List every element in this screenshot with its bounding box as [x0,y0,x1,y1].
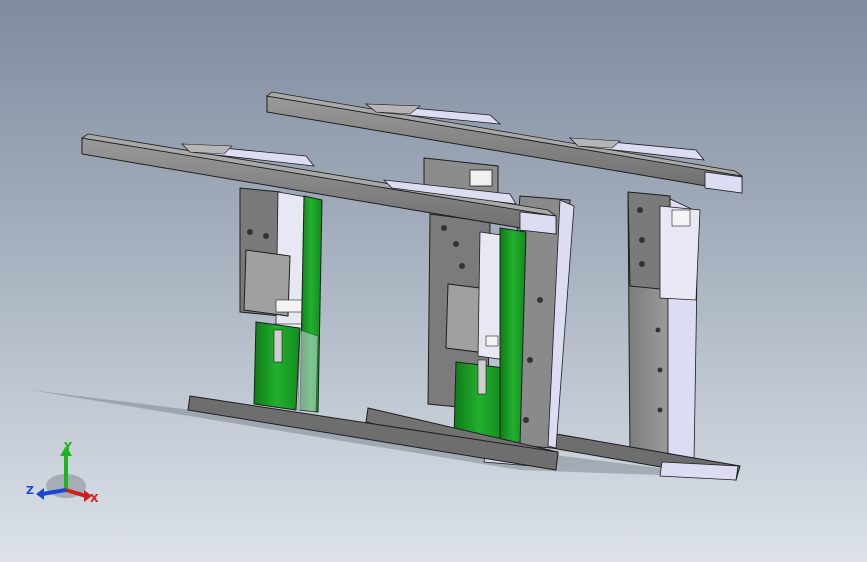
3d-model-view[interactable] [0,0,867,562]
z-axis-arrowhead [36,488,44,500]
y-axis-label: Y [63,440,73,453]
z-axis-label: Z [26,484,34,497]
graphics-viewport[interactable]: Y X Z [0,0,867,562]
x-axis-label: X [90,492,99,505]
reference-triad[interactable]: Y X Z [24,438,104,508]
